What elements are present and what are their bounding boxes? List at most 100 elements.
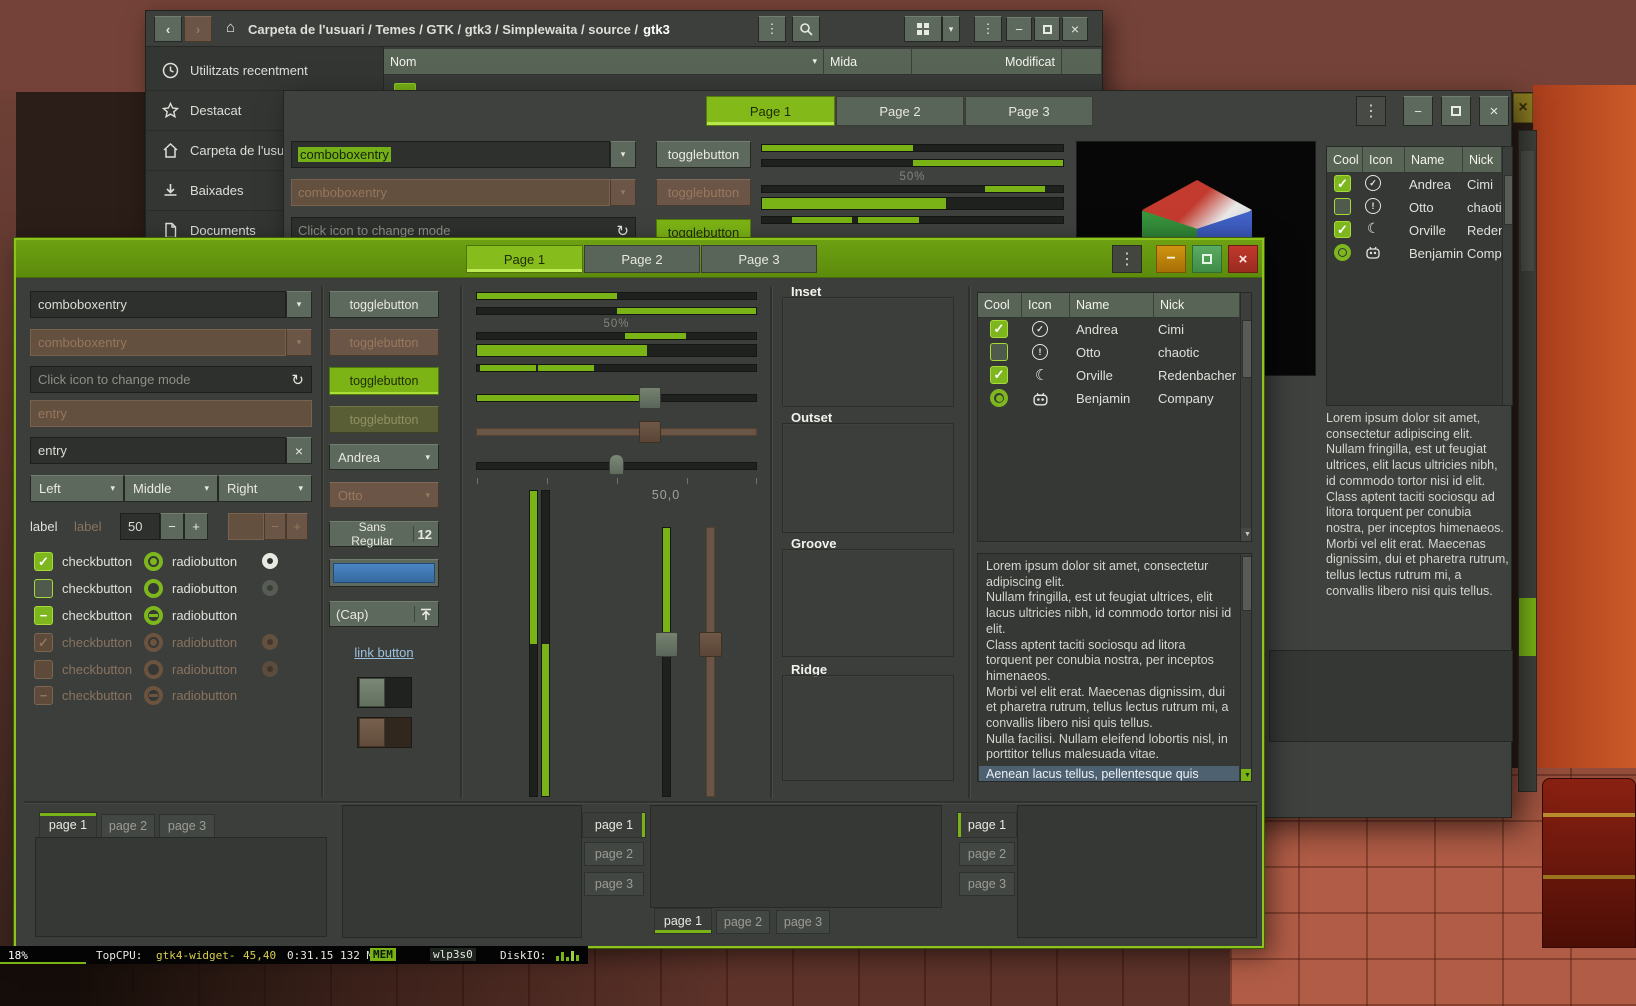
treeview[interactable]: Cool Icon Name Nick ✓ ✓ Andrea Cimi ! Ot…: [977, 292, 1252, 542]
tree-scrollbar[interactable]: ▼: [1240, 293, 1252, 542]
comboboxentry-dropdown[interactable]: ▾: [610, 141, 636, 168]
close-button[interactable]: ×: [1228, 245, 1258, 273]
refresh-icon[interactable]: ↻: [616, 222, 629, 240]
maximize-button[interactable]: [1192, 245, 1222, 273]
scrollbar-thumb[interactable]: [1242, 320, 1252, 378]
tab-page2[interactable]: Page 2: [836, 96, 964, 126]
menu-dots-button[interactable]: ⋮: [1112, 245, 1142, 273]
clear-entry-button[interactable]: ×: [286, 437, 312, 464]
entry[interactable]: entry: [30, 437, 286, 464]
notebook4-tab-page2[interactable]: page 2: [959, 842, 1015, 866]
lorem-textview[interactable]: Lorem ipsum dolor sit amet, consectetur …: [977, 553, 1252, 782]
cool-checkbox[interactable]: ✓: [990, 320, 1008, 338]
scale-handle[interactable]: [639, 387, 661, 409]
cool-radio[interactable]: [1334, 244, 1351, 261]
tab-page2[interactable]: Page 2: [584, 245, 700, 273]
sidebar-item-recent[interactable]: Utilitzats recentment: [146, 51, 384, 91]
spin-plus-button[interactable]: +: [184, 513, 208, 540]
scale-trough[interactable]: [476, 394, 757, 402]
notebook2-tab-page2[interactable]: page 2: [584, 842, 644, 866]
switch-handle[interactable]: [359, 678, 385, 707]
togglebutton[interactable]: togglebutton: [656, 141, 751, 168]
tree-header-name[interactable]: Name: [1405, 147, 1463, 173]
radio-indeterminate[interactable]: [144, 606, 163, 625]
table-row[interactable]: ✓ ☾ Orville Redenbacher: [978, 364, 1240, 387]
maximize-button[interactable]: [1034, 17, 1060, 41]
notebook3-tab-page3[interactable]: page 3: [776, 910, 830, 934]
notebook4-tab-page3[interactable]: page 3: [959, 872, 1015, 896]
file-chooser-button[interactable]: (Cap): [329, 601, 439, 627]
tree-header-icon[interactable]: Icon: [1363, 147, 1405, 173]
scrollbar-thumb[interactable]: [1521, 151, 1534, 271]
breadcrumb-path[interactable]: Carpeta de l'usuari / Temes / GTK / gtk3…: [248, 22, 638, 37]
align-combo-right[interactable]: Right▾: [218, 475, 312, 502]
cool-checkbox[interactable]: [990, 343, 1008, 361]
link-button[interactable]: link button: [329, 643, 439, 661]
view-dropdown-button[interactable]: ▾: [942, 16, 960, 42]
cool-checkbox[interactable]: ✓: [1334, 175, 1351, 192]
checkbox-unchecked[interactable]: [34, 579, 53, 598]
tree-scrollbar[interactable]: [1502, 147, 1513, 406]
back-button[interactable]: ‹: [154, 16, 182, 42]
close-button[interactable]: ×: [1479, 96, 1509, 126]
tree-header-nick[interactable]: Nick: [1154, 293, 1240, 318]
vertical-scale-trough[interactable]: [662, 527, 671, 797]
maximize-button[interactable]: [1441, 96, 1471, 126]
checkbutton-label[interactable]: checkbutton: [62, 554, 132, 569]
treeview[interactable]: Cool Icon Name Nick ✓ ✓ Andrea Cimi ! Ot…: [1326, 146, 1513, 406]
menu-dots-button[interactable]: ⋮: [1356, 96, 1386, 126]
table-row[interactable]: ✓ ☾ Orville Redenbacher: [1327, 219, 1502, 242]
align-combo-middle[interactable]: Middle▾: [124, 475, 218, 502]
notebook1-tab-page3[interactable]: page 3: [159, 814, 215, 838]
comboboxentry-dropdown[interactable]: ▾: [286, 291, 312, 318]
color-button[interactable]: [329, 559, 439, 587]
radio-selected[interactable]: [144, 552, 163, 571]
notebook3-tab-page1[interactable]: page 1: [654, 908, 712, 934]
tab-page1[interactable]: Page 1: [706, 96, 835, 126]
link-label[interactable]: link button: [354, 645, 413, 660]
notebook1-tab-page2[interactable]: page 2: [101, 814, 155, 838]
togglebutton[interactable]: togglebutton: [329, 291, 439, 318]
scroll-down-button[interactable]: ▼: [1241, 528, 1252, 541]
lorem-textview[interactable]: Lorem ipsum dolor sit amet, consectetur …: [1326, 411, 1510, 643]
notebook4-tab-page1[interactable]: page 1: [957, 812, 1017, 838]
titlebar[interactable]: Page 1 Page 2 Page 3 ⋮ − ×: [16, 240, 1262, 278]
mini-radio-dim[interactable]: [262, 580, 278, 596]
cool-checkbox[interactable]: [1334, 198, 1351, 215]
checkbutton-label[interactable]: checkbutton: [62, 581, 132, 596]
tree-header-cool[interactable]: Cool: [1327, 147, 1363, 173]
column-header-modified[interactable]: Modificat: [912, 49, 1062, 75]
switch-off[interactable]: [357, 677, 412, 708]
tree-header-nick[interactable]: Nick: [1463, 147, 1502, 173]
comboboxentry[interactable]: comboboxentry: [291, 141, 610, 168]
radiobutton-label[interactable]: radiobutton: [172, 608, 237, 623]
close-button[interactable]: ×: [1062, 17, 1088, 41]
search-button[interactable]: [792, 16, 820, 42]
tab-page3[interactable]: Page 3: [701, 245, 817, 273]
table-row[interactable]: ✓ ✓ Andrea Cimi: [1327, 173, 1502, 196]
comboboxentry[interactable]: comboboxentry: [30, 291, 286, 318]
togglebutton-active[interactable]: togglebutton: [329, 367, 439, 395]
table-row[interactable]: Benjamin Company: [1327, 242, 1502, 265]
mini-radio-on[interactable]: [262, 553, 278, 569]
font-button[interactable]: Sans Regular 12: [329, 521, 439, 547]
background-close-button[interactable]: ×: [1513, 93, 1533, 123]
background-scrollbar[interactable]: [1518, 130, 1537, 792]
breadcrumb[interactable]: Carpeta de l'usuari / Temes / GTK / gtk3…: [248, 11, 670, 47]
column-header-name[interactable]: Nom▾: [384, 49, 824, 75]
tab-page3[interactable]: Page 3: [965, 96, 1093, 126]
scrollbar-thumb[interactable]: [1242, 556, 1252, 611]
cool-checkbox[interactable]: ✓: [990, 366, 1008, 384]
notebook3-tab-page2[interactable]: page 2: [716, 910, 770, 934]
notebook2-tab-page3[interactable]: page 3: [584, 872, 644, 896]
tree-header-cool[interactable]: Cool: [978, 293, 1022, 318]
minimize-button[interactable]: −: [1403, 96, 1433, 126]
checkbox-indeterminate[interactable]: −: [34, 606, 53, 625]
cool-checkbox[interactable]: ✓: [1334, 221, 1351, 238]
tree-header-name[interactable]: Name: [1070, 293, 1154, 318]
text-scrollbar[interactable]: ▼: [1240, 554, 1252, 782]
icon-entry[interactable]: Click icon to change mode ↻: [30, 366, 312, 393]
view-grid-button[interactable]: [904, 16, 942, 42]
radiobutton-label[interactable]: radiobutton: [172, 554, 237, 569]
tab-page1[interactable]: Page 1: [466, 245, 583, 273]
